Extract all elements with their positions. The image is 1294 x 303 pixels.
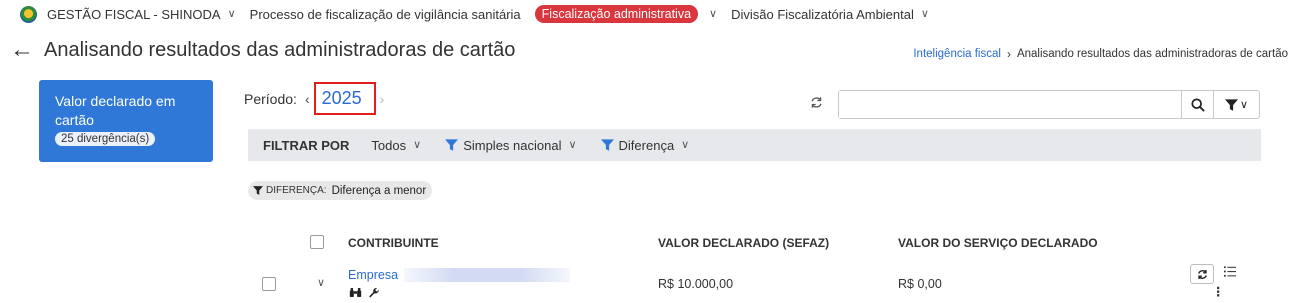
chevron-right-icon: › bbox=[1006, 47, 1011, 61]
row-checkbox[interactable] bbox=[262, 277, 276, 291]
summary-card-title: Valor declarado em cartão bbox=[55, 93, 176, 128]
valor-declarado-cell: R$ 10.000,00 bbox=[658, 277, 734, 291]
summary-card[interactable]: Valor declarado em cartão 25 divergência… bbox=[39, 80, 213, 162]
nav-item-processo[interactable]: Processo de fiscalização de vigilância s… bbox=[250, 7, 521, 22]
period-year[interactable]: 2025 bbox=[313, 82, 376, 115]
chevron-down-icon: ∨ bbox=[413, 138, 422, 151]
chevron-down-icon: ∨ bbox=[709, 7, 718, 20]
filter-label: FILTRAR POR bbox=[263, 137, 350, 153]
list-icon[interactable] bbox=[1224, 266, 1236, 280]
column-header-valor-declarado[interactable]: VALOR DECLARADO (SEFAZ) bbox=[658, 236, 829, 250]
kebab-icon[interactable]: ⋮ bbox=[1212, 286, 1225, 299]
nav-item-label: GESTÃO FISCAL - SHINODA bbox=[47, 6, 221, 22]
search-input[interactable] bbox=[839, 91, 1181, 118]
select-all-checkbox[interactable] bbox=[310, 235, 324, 249]
nav-item-gestao-fiscal[interactable]: GESTÃO FISCAL - SHINODA ∨ bbox=[47, 7, 236, 22]
column-header-valor-servico[interactable]: VALOR DO SERVIÇO DECLARADO bbox=[898, 236, 1098, 250]
contribuinte-link[interactable]: Empresa bbox=[348, 268, 398, 282]
back-arrow-icon[interactable]: ← bbox=[10, 38, 34, 62]
search-button[interactable] bbox=[1181, 91, 1213, 118]
chevron-down-icon: ∨ bbox=[227, 7, 236, 20]
chip-value: Diferença a menor bbox=[331, 184, 427, 197]
refresh-icon[interactable] bbox=[810, 96, 823, 112]
nav-item-label: Processo de fiscalização de vigilância s… bbox=[249, 6, 521, 22]
search-box: ∨ bbox=[838, 90, 1260, 119]
filter-todos-label: Todos bbox=[371, 137, 407, 153]
binoculars-icon[interactable] bbox=[349, 287, 362, 301]
filter-simples-nacional[interactable]: Simples nacional ∨ bbox=[445, 137, 577, 153]
top-navigation: GESTÃO FISCAL - SHINODA ∨ Processo de fi… bbox=[0, 0, 1294, 28]
nav-item-label: Divisão Fiscalizatória Ambiental bbox=[731, 6, 914, 22]
filter-bar: FILTRAR POR Todos ∨ Simples nacional ∨ D… bbox=[248, 129, 1261, 161]
title-bar: ← Analisando resultados das administrado… bbox=[10, 38, 515, 62]
chevron-left-icon[interactable]: ‹ bbox=[305, 91, 310, 107]
row-refresh-button[interactable] bbox=[1190, 264, 1214, 284]
period-label: Período: bbox=[244, 90, 297, 107]
filter-dropdown-button[interactable]: ∨ bbox=[1213, 91, 1259, 118]
chevron-down-icon: ∨ bbox=[920, 7, 929, 20]
nav-item-divisao-ambiental[interactable]: Divisão Fiscalizatória Ambiental ∨ bbox=[731, 7, 929, 22]
filter-todos[interactable]: Todos ∨ bbox=[371, 138, 421, 153]
breadcrumb: Inteligência fiscal › Analisando resulta… bbox=[913, 47, 1288, 61]
chevron-down-icon: ∨ bbox=[681, 138, 690, 151]
divergence-badge: 25 divergência(s) bbox=[55, 132, 156, 146]
filter-diferenca[interactable]: Diferença ∨ bbox=[600, 137, 690, 153]
page-title: Analisando resultados das administradora… bbox=[44, 38, 516, 61]
search-icon bbox=[1190, 97, 1205, 112]
wrench-icon[interactable] bbox=[368, 287, 380, 302]
active-nav-badge: Fiscalização administrativa bbox=[534, 5, 699, 23]
chip-key: DIFERENÇA: bbox=[266, 185, 327, 196]
filter-diferenca-label: Diferença bbox=[618, 137, 675, 153]
redacted-text bbox=[404, 268, 570, 282]
filter-icon bbox=[1224, 98, 1238, 111]
filter-simples-label: Simples nacional bbox=[463, 137, 562, 153]
chevron-down-icon: ∨ bbox=[568, 138, 577, 151]
nav-item-fiscalizacao-administrativa[interactable]: Fiscalização administrativa ∨ bbox=[534, 5, 718, 23]
funnel-icon bbox=[253, 186, 263, 195]
breadcrumb-link[interactable]: Inteligência fiscal bbox=[913, 48, 1001, 60]
chevron-down-icon: ∨ bbox=[1239, 99, 1249, 111]
chevron-right-icon[interactable]: › bbox=[380, 91, 385, 107]
expand-chevron-icon[interactable]: ∨ bbox=[317, 276, 325, 289]
brand-icon bbox=[20, 5, 37, 23]
funnel-icon bbox=[445, 139, 459, 151]
period-selector: Período: ‹ 2025 › bbox=[244, 82, 384, 115]
refresh-icon bbox=[1197, 269, 1207, 279]
breadcrumb-current: Analisando resultados das administradora… bbox=[1016, 48, 1288, 60]
valor-servico-cell: R$ 0,00 bbox=[898, 277, 942, 291]
active-filter-chip[interactable]: DIFERENÇA: Diferença a menor bbox=[248, 181, 433, 200]
column-header-contribuinte[interactable]: CONTRIBUINTE bbox=[348, 236, 439, 250]
funnel-icon bbox=[600, 139, 614, 151]
